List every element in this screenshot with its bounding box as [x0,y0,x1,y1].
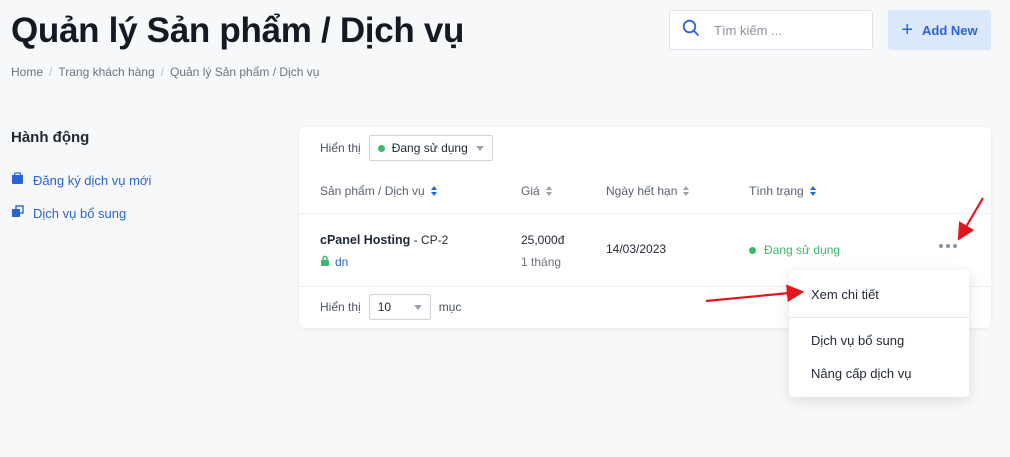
actions-heading: Hành động [11,129,90,146]
menu-item-addon-services[interactable]: Dịch vụ bổ sung [811,333,904,348]
search-input[interactable] [714,22,854,38]
breadcrumb: Home / Trang khách hàng / Quản lý Sản ph… [11,65,319,79]
table-row[interactable]: cPanel Hosting - CP-2 dn [320,233,448,269]
status-dot-icon [749,246,756,254]
menu-item-view-details[interactable]: Xem chi tiết [811,287,879,302]
addon-icon [11,205,24,221]
breadcrumb-separator: / [160,65,164,79]
plus-icon: + [901,19,914,41]
per-page-select[interactable]: 10 [368,294,431,320]
dot-icon [953,244,957,248]
per-page-unit: mục [438,300,462,314]
expiry-date: 14/03/2023 [606,242,667,256]
pagination-row: Hiển thị 10 mục [320,294,461,320]
column-header-label: Ngày hết hạn [606,184,678,198]
add-new-label: Add New [922,22,978,38]
row-actions-menu: Xem chi tiết Dịch vụ bổ sung Nâng cấp dị… [789,270,969,397]
search-box[interactable] [669,10,873,50]
price-value: 25,000đ [521,233,565,247]
breadcrumb-home[interactable]: Home [11,65,43,79]
status-cell: Đang sử dụng [749,243,840,257]
sort-icon [545,186,552,196]
column-header-label: Sản phẩm / Dịch vụ [320,184,425,198]
dot-icon [946,244,950,248]
page-title: Quản lý Sản phẩm / Dịch vụ [11,11,465,50]
domain-label: dn [335,255,349,269]
column-header-label: Giá [521,184,540,198]
search-icon [682,19,700,42]
caret-down-icon [413,304,422,310]
more-actions-button[interactable] [939,244,957,248]
column-header-price[interactable]: Giá [521,184,552,198]
sort-icon [430,186,437,196]
breadcrumb-separator: / [49,65,53,79]
sidebar-link-register-service[interactable]: Đăng ký dịch vụ mới [11,172,151,188]
table-divider [299,213,991,214]
menu-divider [789,317,969,318]
lock-icon [320,255,330,269]
price-cell: 25,000đ 1 tháng [521,233,564,269]
status-filter-value: Đang sử dụng [391,141,468,155]
product-plan: - CP-2 [410,233,449,247]
caret-down-icon [475,145,484,151]
sort-icon [683,186,690,196]
breadcrumb-client-area[interactable]: Trang khách hàng [58,65,154,79]
cart-icon [11,172,24,188]
sort-icon [809,186,816,196]
status-filter-select[interactable]: Đang sử dụng [368,135,493,161]
per-page-label: Hiển thị [320,300,361,314]
column-header-label: Tình trạng [749,184,804,198]
breadcrumb-current: Quản lý Sản phẩm / Dịch vụ [170,65,320,79]
add-new-button[interactable]: + Add New [888,10,991,50]
status-dot-icon [377,144,385,152]
per-page-value: 10 [377,300,392,314]
column-header-expiry[interactable]: Ngày hết hạn [606,184,690,198]
filter-row: Hiển thị Đang sử dụng [320,135,493,161]
dot-icon [939,244,943,248]
sidebar-link-label: Đăng ký dịch vụ mới [33,172,152,188]
billing-period: 1 tháng [521,255,562,269]
sidebar-link-label: Dịch vụ bổ sung [33,205,127,221]
product-name[interactable]: cPanel Hosting [320,233,410,247]
status-label: Đang sử dụng [764,243,841,257]
column-header-status[interactable]: Tình trạng [749,184,816,198]
column-header-product[interactable]: Sản phẩm / Dịch vụ [320,184,437,198]
menu-item-upgrade-service[interactable]: Nâng cấp dịch vụ [811,366,911,381]
sidebar-link-addon-services[interactable]: Dịch vụ bổ sung [11,205,126,221]
filter-label: Hiển thị [320,141,361,155]
product-domain[interactable]: dn [320,255,448,269]
